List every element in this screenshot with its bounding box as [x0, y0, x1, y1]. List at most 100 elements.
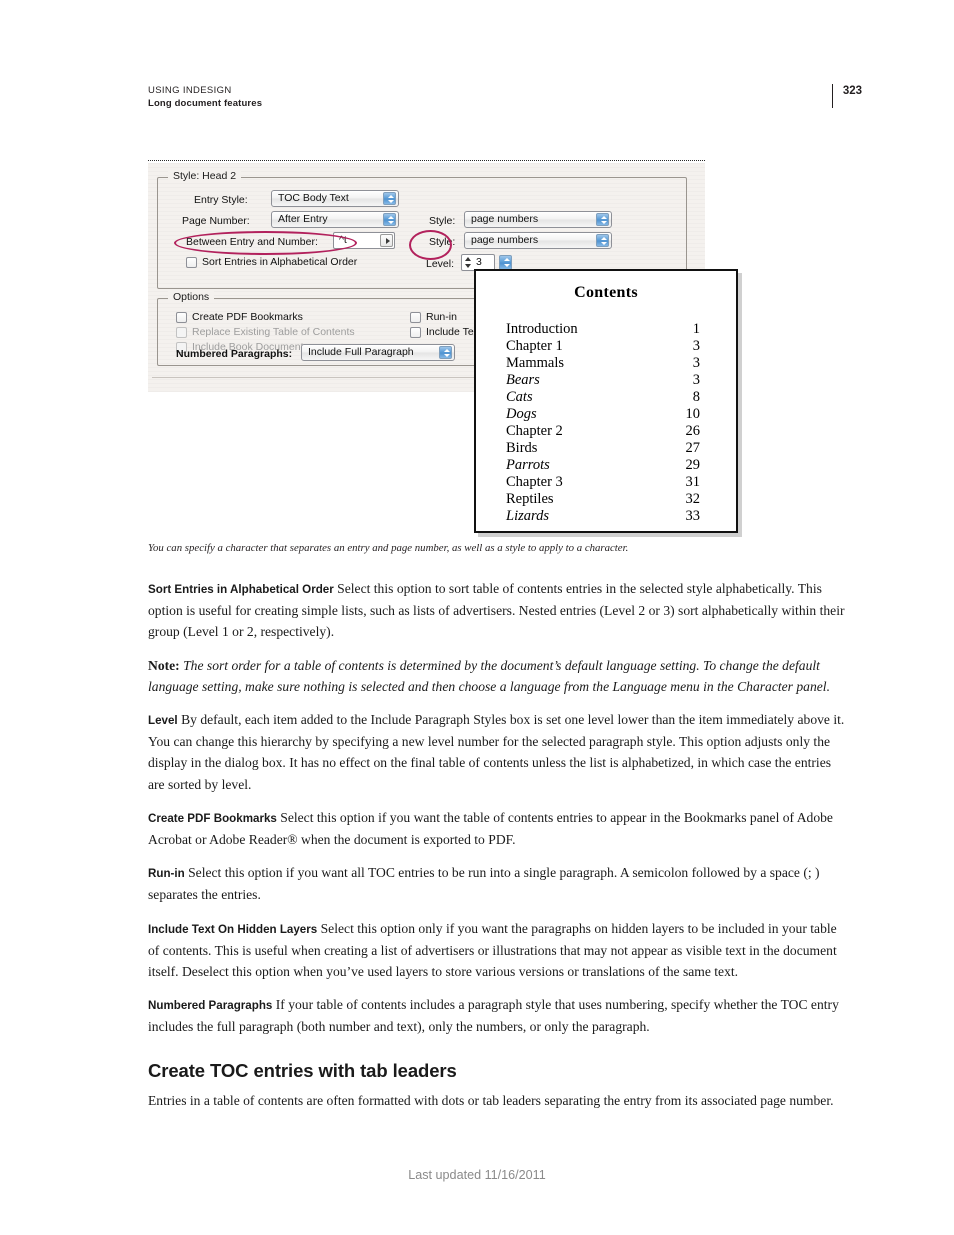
- footer-last-updated: Last updated 11/16/2011: [408, 1168, 546, 1182]
- paragraph-note: Note: The sort order for a table of cont…: [148, 655, 848, 697]
- numbered-paragraphs-value: Include Full Paragraph: [308, 346, 414, 358]
- toc-entry-page: 26: [685, 423, 701, 439]
- entry-style-popup[interactable]: TOC Body Text: [271, 190, 399, 207]
- toc-entry: Mammals 3: [506, 355, 736, 372]
- toc-entry: Chapter 2 26: [506, 423, 736, 440]
- number-style-popup-2[interactable]: page numbers: [464, 232, 612, 249]
- toc-entry-page: 31: [685, 474, 701, 490]
- paragraph-lead-term: Sort Entries in Alphabetical Order: [148, 583, 334, 596]
- toc-entry-name: Reptiles: [506, 491, 554, 507]
- level-label: Level:: [426, 258, 455, 270]
- checkbox-icon: [176, 326, 187, 338]
- figure-top-divider: [148, 160, 705, 161]
- paragraph-include-text-hidden-layers: Include Text On Hidden Layers Select thi…: [148, 918, 848, 983]
- numbered-paragraphs-popup[interactable]: Include Full Paragraph: [301, 344, 455, 361]
- page-number: 323: [831, 84, 862, 108]
- level-stepper-button[interactable]: [499, 255, 512, 270]
- create-pdf-bookmarks-label: Create PDF Bookmarks: [192, 311, 303, 323]
- between-entry-and-number-input[interactable]: ^t: [333, 232, 395, 249]
- create-pdf-bookmarks-checkbox[interactable]: Create PDF Bookmarks: [176, 311, 303, 323]
- toc-entry-page: 3: [692, 338, 700, 354]
- toc-entry-name: Parrots: [506, 457, 550, 473]
- toc-entry-name: Bears: [506, 372, 540, 388]
- paragraph-tab-leaders: Entries in a table of contents are often…: [148, 1092, 834, 1108]
- chevron-updown-icon: [383, 213, 396, 226]
- toc-entry-name: Introduction: [506, 321, 578, 337]
- toc-entry-page: 1: [692, 321, 700, 337]
- checkbox-icon: [410, 311, 421, 323]
- paragraph-text: Select this option if you want all TOC e…: [148, 865, 820, 903]
- run-in-checkbox[interactable]: Run-in: [410, 311, 457, 323]
- toc-entry: Dogs 10: [506, 406, 736, 423]
- toc-entry-page: 32: [685, 491, 701, 507]
- toc-entry-name: Birds: [506, 440, 538, 456]
- toc-entry-page: 8: [692, 389, 700, 405]
- toc-entry: Lizards 33: [506, 508, 736, 525]
- entry-style-value: TOC Body Text: [278, 192, 349, 204]
- toc-entry-list: Introduction 1 Chapter 1 3 Mammals 3 Bears 3…: [476, 321, 736, 525]
- paragraph-run-in: Run-in Select this option if you want al…: [148, 862, 848, 905]
- number-style-label-2: Style:: [429, 236, 456, 248]
- options-group-label: Options: [168, 291, 215, 303]
- paragraph-level: Level By default, each item added to the…: [148, 709, 848, 795]
- body-content: Sort Entries in Alphabetical Order Selec…: [148, 578, 848, 1123]
- header-section-name: Long document features: [148, 98, 263, 109]
- replace-existing-toc-checkbox: Replace Existing Table of Contents: [176, 326, 355, 338]
- chevron-updown-icon: [439, 346, 452, 359]
- toc-entry-name: Lizards: [506, 508, 549, 524]
- toc-entry-page: 27: [685, 440, 701, 456]
- number-style-value-1: page numbers: [471, 213, 539, 225]
- toc-entry: Cats 8: [506, 389, 736, 406]
- sort-entries-checkbox[interactable]: Sort Entries in Alphabetical Order: [186, 256, 357, 268]
- page-number-popup[interactable]: After Entry: [271, 211, 399, 228]
- paragraph-lead-term: Run-in: [148, 867, 185, 881]
- stepper-ticks-icon: [464, 257, 473, 268]
- header-product-name: USING INDESIGN: [148, 85, 232, 96]
- style-group-label: Style: Head 2: [168, 170, 242, 182]
- paragraph-lead-term: Create PDF Bookmarks: [148, 811, 277, 825]
- entry-style-label: Entry Style:: [194, 194, 248, 206]
- include-text-hidden-layers-checkbox[interactable]: Include Tex: [410, 326, 479, 338]
- toc-entry: Chapter 1 3: [506, 338, 736, 355]
- toc-entry-page: 10: [685, 406, 701, 422]
- toc-entry-name: Chapter 3: [506, 474, 563, 490]
- checkbox-icon: [176, 311, 187, 323]
- section-heading: Create TOC entries with tab leaders: [148, 1059, 457, 1081]
- number-style-value-2: page numbers: [471, 234, 539, 246]
- checkbox-icon: [186, 256, 197, 268]
- toc-entry: Introduction 1: [506, 321, 736, 338]
- toc-entry-page: 33: [685, 508, 701, 524]
- toc-entry-name: Dogs: [506, 406, 537, 422]
- page-number-value: After Entry: [278, 213, 328, 225]
- paragraph-lead-term: Note:: [148, 657, 180, 673]
- page-number-label: Page Number:: [182, 215, 250, 227]
- toc-entry: Chapter 3 31: [506, 474, 736, 491]
- toc-entry-page: 29: [685, 457, 701, 473]
- paragraph-text: By default, each item added to the Inclu…: [148, 712, 845, 792]
- chevron-updown-icon: [383, 192, 396, 205]
- number-style-popup-1[interactable]: page numbers: [464, 211, 612, 228]
- toc-title: Contents: [574, 284, 638, 301]
- caret-right-icon[interactable]: [380, 234, 393, 247]
- number-style-label-1: Style:: [429, 215, 456, 227]
- between-entry-and-number-label: Between Entry and Number:: [186, 236, 318, 248]
- paragraph-create-pdf-bookmarks: Create PDF Bookmarks Select this option …: [148, 807, 848, 850]
- paragraph-sort-entries: Sort Entries in Alphabetical Order Selec…: [148, 578, 848, 643]
- figure-caption: You can specify a character that separat…: [148, 542, 629, 554]
- toc-entry-name: Chapter 1: [506, 338, 563, 354]
- level-value: 3: [476, 256, 482, 268]
- toc-preview-panel: Contents Introduction 1 Chapter 1 3 Mammal…: [474, 269, 738, 533]
- run-in-label: Run-in: [426, 311, 457, 323]
- between-entry-and-number-value: ^t: [339, 234, 347, 246]
- paragraph-lead-term: Level: [148, 714, 178, 728]
- toc-entry: Birds 27: [506, 440, 736, 457]
- checkbox-icon: [410, 326, 421, 338]
- replace-existing-toc-label: Replace Existing Table of Contents: [192, 326, 355, 338]
- paragraph-numbered-paragraphs: Numbered Paragraphs If your table of con…: [148, 994, 848, 1037]
- sort-entries-label: Sort Entries in Alphabetical Order: [202, 256, 358, 268]
- toc-entry-page: 3: [692, 372, 700, 388]
- toc-entry: Reptiles 32: [506, 491, 736, 508]
- toc-entry-name: Cats: [506, 389, 533, 405]
- include-text-hidden-layers-label: Include Tex: [426, 326, 479, 338]
- paragraph-text: The sort order for a table of contents i…: [148, 657, 830, 694]
